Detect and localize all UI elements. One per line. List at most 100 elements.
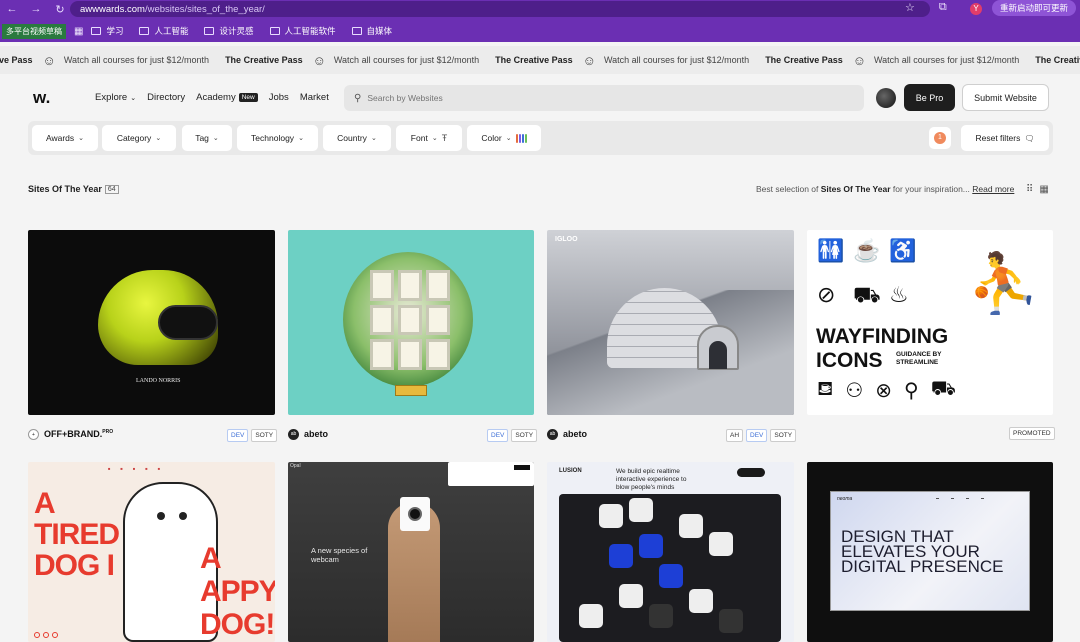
helmet-visor-graphic — [158, 305, 218, 340]
smile-icon: ☺ — [852, 52, 867, 68]
nav-market[interactable]: Market — [300, 92, 329, 103]
bookmark-label: 人工智能 — [154, 26, 189, 36]
tag-dev[interactable]: DEV — [487, 429, 509, 442]
site-card-thumbnail[interactable]: Opal A new species of webcam — [288, 462, 534, 642]
mini-nav-dot: ■ — [145, 466, 148, 471]
tag-ah[interactable]: AH — [726, 429, 744, 442]
search-input[interactable] — [367, 93, 828, 103]
site-name-link[interactable]: abeto — [304, 429, 328, 439]
nav-label: Explore — [95, 92, 128, 103]
search-bar[interactable]: ⚲ — [344, 85, 864, 111]
tag-soty[interactable]: SOTY — [251, 429, 278, 442]
user-avatar[interactable] — [876, 88, 896, 108]
nav-jobs[interactable]: Jobs — [269, 92, 289, 103]
extensions-icon[interactable]: ⧉ — [939, 1, 947, 14]
apps-grid-icon[interactable]: ▦ — [74, 26, 83, 37]
dot — [52, 632, 58, 638]
filter-category[interactable]: Category ⌄ — [102, 125, 176, 151]
skater-icon: ⛹ — [967, 251, 1040, 316]
block-shape — [639, 534, 663, 558]
active-filter-count[interactable]: 1 — [929, 127, 951, 149]
filter-label: Tag — [195, 133, 209, 143]
submit-website-button[interactable]: Submit Website — [962, 84, 1049, 111]
bookmark-folder[interactable]: 自媒体 — [351, 25, 392, 37]
site-logo[interactable]: w. — [33, 88, 50, 108]
folder-icon — [204, 27, 215, 35]
bookmark-folder[interactable]: 人工智能软件 — [269, 25, 336, 37]
chevron-down-icon: ⌄ — [505, 135, 512, 142]
site-card-thumbnail[interactable] — [288, 230, 534, 415]
ticker-brand: The Creative Pass — [225, 55, 303, 65]
section-description: Best selection of Sites Of The Year for … — [756, 184, 1014, 194]
filter-color[interactable]: Color ⌄ — [467, 125, 541, 151]
pro-badge: PRO — [102, 429, 114, 435]
mini-nav-dot: ■ — [132, 466, 136, 471]
site-card-thumbnail[interactable]: ■ ■ ■ ■ ■ A TIRED DOG I A APPY DOG! — [28, 462, 275, 642]
tag-soty[interactable]: SOTY — [511, 429, 538, 442]
nav-explore[interactable]: Explore ⌄ — [95, 92, 136, 103]
nav-directory[interactable]: Directory — [147, 92, 185, 103]
mini-menu-button — [514, 465, 530, 470]
block-shape — [629, 498, 653, 522]
filter-technology[interactable]: Technology ⌄ — [237, 125, 318, 151]
desc-bold: Sites Of The Year — [820, 184, 891, 194]
bookmark-folder[interactable]: 学习 — [91, 25, 123, 37]
card-tags: DEV SOTY — [227, 429, 278, 442]
bookmark-folder[interactable]: 人工智能 — [139, 25, 188, 37]
mini-nav-dot: ▬ — [951, 496, 954, 500]
site-name-link[interactable]: abeto — [563, 429, 587, 439]
bookmarks-bar: 多平台视频草稿 ▦ 学习 人工智能 设计灵感 人工智能软件 自媒体 — [0, 22, 408, 40]
be-pro-button[interactable]: Be Pro — [904, 84, 955, 111]
promo-ticker[interactable]: reative Pass ☺ Watch all courses for jus… — [0, 46, 1080, 74]
filter-bar: Awards ⌄ Category ⌄ Tag ⌄ Technology ⌄ Count… — [28, 121, 1053, 155]
profile-avatar[interactable]: Y — [970, 3, 982, 15]
reload-icon[interactable]: ↻ — [52, 3, 68, 16]
site-card-thumbnail[interactable]: LANDO NORRIS — [28, 230, 275, 415]
filter-font[interactable]: Font ⌄ Ŧ — [396, 125, 462, 151]
read-more-link[interactable]: Read more — [972, 184, 1014, 194]
igloo-door-graphic — [697, 325, 739, 370]
bookmark-folder[interactable]: 设计灵感 — [204, 25, 254, 37]
filter-awards[interactable]: Awards ⌄ — [32, 125, 98, 151]
mini-nav-dot: ■ — [157, 466, 161, 471]
card-tags: DEV SOTY — [487, 429, 538, 442]
ticker-item: The Creative Pass ☺ Watch all courses fo… — [495, 53, 765, 68]
chevron-down-icon: ⌄ — [431, 135, 438, 142]
chat-bubble-icon: 🗨 — [1024, 133, 1035, 143]
tag-dev[interactable]: DEV — [746, 429, 768, 442]
back-icon[interactable]: ← — [4, 3, 20, 15]
mini-nav-dot: ▬ — [936, 496, 939, 500]
smile-icon: ☺ — [312, 52, 326, 68]
site-card-thumbnail[interactable]: neoma ▬ ▬ ▬ ▬ DESIGN THAT ELEVATES YOUR DIG… — [807, 462, 1053, 642]
bookmark-star-icon[interactable]: ☆ — [905, 1, 915, 14]
no-stroller-icon: ⊗ — [875, 380, 893, 402]
card-logo: Opal — [290, 463, 301, 469]
maze-graphic — [370, 270, 450, 370]
url-domain: awwwards.com — [80, 3, 145, 15]
grid-large-icon[interactable]: ▦ — [1039, 184, 1048, 195]
address-bar[interactable]: awwwards.com/websites/sites_of_the_year/ — [70, 1, 930, 17]
nav-academy[interactable]: Academy New — [196, 92, 258, 103]
filter-country[interactable]: Country ⌄ — [323, 125, 391, 151]
restart-update-button[interactable]: 重新启动即可更新 — [992, 0, 1076, 16]
mini-nav-graphic: ▬ ▬ ▬ ▬ — [936, 496, 984, 500]
reset-filters-button[interactable]: Reset filters 🗨 — [961, 125, 1049, 151]
ticker-brand: The Creative Pass — [765, 55, 843, 65]
ticker-brand: reative Pass — [0, 55, 33, 65]
grid-small-icon[interactable]: ⠿ — [1026, 184, 1033, 195]
filter-tag[interactable]: Tag ⌄ — [182, 125, 232, 151]
bookmark-item[interactable]: 多平台视频草稿 — [2, 23, 66, 39]
new-badge: New — [238, 93, 258, 102]
reset-label: Reset filters — [975, 133, 1021, 143]
maze-block — [426, 304, 450, 336]
tag-dev[interactable]: DEV — [227, 429, 249, 442]
promoted-card[interactable]: 🚻 ☕ ♿ ⊘ ⛟ ♨ ⛹ WAYFINDING ICONS GUIDANCE … — [807, 230, 1053, 415]
site-name-link[interactable]: OFF+BRAND.PRO — [44, 429, 113, 439]
site-card-thumbnail[interactable]: IGLOO — [547, 230, 794, 415]
mini-pill-graphic — [737, 468, 765, 477]
site-name-text: OFF+BRAND. — [44, 429, 103, 439]
site-card-thumbnail[interactable]: LUSION We build epic realtime interactiv… — [547, 462, 794, 642]
tag-soty[interactable]: SOTY — [770, 429, 797, 442]
forward-icon[interactable]: → — [28, 3, 44, 15]
chevron-down-icon: ⌄ — [155, 135, 162, 142]
